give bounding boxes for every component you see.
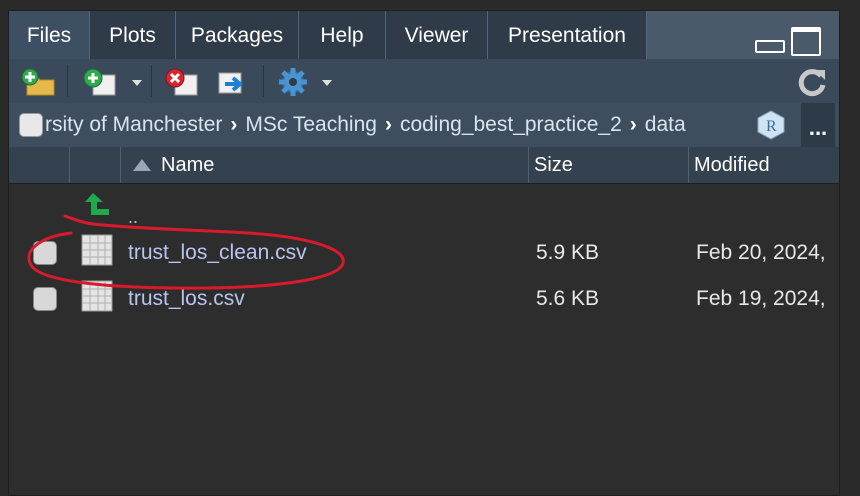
file-modified: Feb 19, 2024, (696, 287, 826, 310)
tab-viewer[interactable]: Viewer (386, 11, 488, 59)
parent-directory-link[interactable]: .. (128, 207, 138, 228)
header-size-column[interactable]: Size (529, 147, 689, 183)
tab-files[interactable]: Files (9, 11, 90, 59)
more-path-button[interactable]: ... (801, 103, 835, 147)
select-all-checkbox[interactable] (19, 113, 43, 137)
header-icon-column (70, 147, 121, 183)
chevron-right-icon: › (629, 113, 637, 136)
header-modified-label: Modified (694, 154, 770, 176)
breadcrumb-path: rsity of Manchester › MSc Teaching › coding_… (45, 103, 765, 147)
file-link[interactable]: trust_los.csv (128, 287, 245, 311)
header-size-label: Size (534, 154, 573, 176)
gear-icon[interactable] (277, 67, 311, 97)
tab-help[interactable]: Help (299, 11, 386, 59)
delete-icon[interactable] (163, 67, 203, 97)
file-size: 5.6 KB (536, 287, 600, 310)
file-link[interactable]: trust_los_clean.csv (128, 241, 307, 265)
csv-file-icon (81, 234, 113, 266)
svg-text:R: R (766, 118, 777, 135)
toolbar-separator (151, 65, 152, 97)
new-file-dropdown-chevron-icon[interactable] (132, 80, 142, 86)
tab-presentation[interactable]: Presentation (488, 11, 647, 59)
new-blank-file-icon[interactable] (81, 67, 121, 97)
row-checkbox[interactable] (33, 241, 57, 265)
header-name-label: Name (161, 154, 215, 176)
header-modified-column[interactable]: Modified (689, 147, 839, 183)
refresh-icon[interactable] (797, 67, 829, 97)
chevron-right-icon: › (384, 113, 392, 136)
toolbar-separator (67, 65, 68, 97)
table-row: trust_los.csv 5.6 KB Feb 19, 2024, (9, 275, 839, 321)
table-row: trust_los_clean.csv 5.9 KB Feb 20, 2024, (9, 229, 839, 275)
new-folder-icon[interactable] (21, 67, 57, 97)
files-toolbar (9, 59, 839, 104)
toolbar-separator (263, 65, 264, 97)
file-modified: Feb 20, 2024, (696, 241, 826, 264)
row-checkbox[interactable] (33, 287, 57, 311)
file-size: 5.9 KB (536, 241, 600, 264)
breadcrumb-item[interactable]: rsity of Manchester (45, 113, 222, 136)
maximize-pane-button[interactable] (791, 27, 821, 56)
r-project-icon[interactable]: R (755, 109, 787, 141)
tab-bar: Files Plots Packages Help Viewer Present… (9, 11, 839, 59)
parent-directory-icon[interactable] (83, 189, 113, 219)
sort-ascending-icon (133, 159, 151, 171)
table-header: Name Size Modified (9, 147, 839, 184)
minimize-pane-button[interactable] (755, 40, 785, 53)
chevron-right-icon: › (230, 113, 238, 136)
more-chevron-icon[interactable] (322, 80, 332, 86)
breadcrumb-item[interactable]: MSc Teaching (245, 113, 377, 136)
breadcrumb: rsity of Manchester › MSc Teaching › coding_… (9, 103, 839, 148)
breadcrumb-item[interactable]: coding_best_practice_2 (400, 113, 622, 136)
csv-file-icon (81, 280, 113, 312)
header-name-column[interactable]: Name (121, 147, 529, 183)
header-checkbox-column (9, 147, 70, 183)
tab-plots[interactable]: Plots (90, 11, 176, 59)
rename-icon[interactable] (213, 67, 253, 97)
files-pane: Files Plots Packages Help Viewer Present… (8, 10, 840, 496)
breadcrumb-item[interactable]: data (645, 113, 686, 136)
tab-packages[interactable]: Packages (176, 11, 299, 59)
